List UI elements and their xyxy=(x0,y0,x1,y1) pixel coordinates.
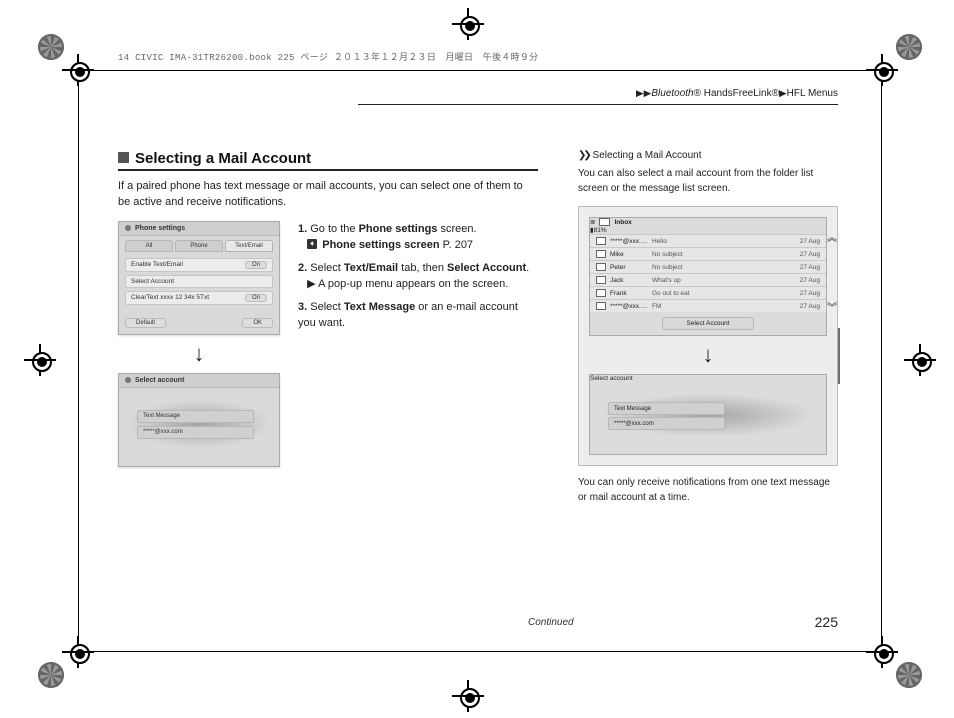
registration-mark xyxy=(38,34,64,60)
cross-mark-icon xyxy=(456,12,480,36)
step-2: 2. Select Text/Email tab, then Select Ac… xyxy=(298,260,538,293)
tab-phone: Phone xyxy=(175,240,223,252)
cross-mark-icon xyxy=(456,684,480,708)
crop-line xyxy=(881,60,882,662)
continued-label: Continued xyxy=(528,617,574,628)
xref-link: Phone settings screen xyxy=(322,239,439,251)
screenshot-select-account: Select account Text Message *****@xxx.co… xyxy=(589,374,827,455)
screen-dot-icon xyxy=(125,377,131,383)
down-arrow-icon: ↓ xyxy=(589,344,827,366)
option-email-account: *****@xxx.com xyxy=(137,426,254,439)
select-account-button: Select Account xyxy=(662,317,754,330)
inbox-row: JackWhat's up27 Aug xyxy=(590,273,826,286)
row-select-account: Select Account xyxy=(125,275,273,288)
envelope-icon xyxy=(596,237,606,245)
crop-line xyxy=(64,651,896,652)
intro-paragraph: If a paired phone has text message or ma… xyxy=(118,179,538,211)
step-1: 1. Go to the Phone settings screen. ➧ Ph… xyxy=(298,221,538,254)
registration-mark xyxy=(38,662,64,688)
screenshot-select-account: Select account Text Message *****@xxx.co… xyxy=(118,373,280,467)
down-arrow-icon: ↓ xyxy=(118,343,280,365)
section-heading: Selecting a Mail Account xyxy=(118,150,538,167)
inbox-row: *****@xxx.comHello27 Aug xyxy=(590,234,826,247)
envelope-icon xyxy=(596,263,606,271)
envelope-icon xyxy=(596,276,606,284)
scroll-up-icon: ︽ xyxy=(827,229,837,244)
chevron-right-icon: ▶ xyxy=(779,89,787,99)
cross-mark-icon xyxy=(908,348,932,372)
square-bullet-icon xyxy=(118,152,129,163)
step-3: 3. Select Text Message or an e-mail acco… xyxy=(298,299,538,332)
option-text-message: Text Message xyxy=(137,410,254,423)
chevron-right-icon: ▶▶ xyxy=(636,89,651,99)
screenshot-title: Phone settings xyxy=(135,225,185,232)
default-button: Default xyxy=(125,318,166,328)
double-chevron-icon: ❯❯ xyxy=(578,150,589,161)
divider xyxy=(358,104,838,105)
sidebar-heading: ❯❯ Selecting a Mail Account xyxy=(578,150,838,161)
screenshot-inbox: ≣ Inbox ▮81% *****@xxx.comHello27 AugMik… xyxy=(589,217,827,336)
row-clear-text: ClearText xxxx 12 34x 5Txt On xyxy=(125,291,273,305)
battery-indicator: ▮81% xyxy=(590,227,607,234)
sidebar-paragraph: You can also select a mail account from … xyxy=(578,167,838,196)
screen-dot-icon xyxy=(125,225,131,231)
inbox-row: *****@xxx.comFM27 Aug xyxy=(590,299,826,312)
inbox-row: MikeNo subject27 Aug xyxy=(590,247,826,260)
tab-text-email: Text/Email xyxy=(225,240,273,252)
inbox-row: PeterNo subject27 Aug xyxy=(590,260,826,273)
row-enable-text-email: Enable Text/Email On xyxy=(125,258,273,272)
sidebar-paragraph: You can only receive notifications from … xyxy=(578,476,838,505)
crop-line xyxy=(78,60,79,662)
cross-mark-icon xyxy=(66,58,90,82)
inbox-title: Inbox xyxy=(614,219,631,226)
sidebar-panel: ︽ ︾ ≣ Inbox ▮81% *****@xxx.comHello27 Au… xyxy=(578,206,838,466)
list-icon: ≣ xyxy=(590,218,595,226)
inbox-row: FrankGo out to eat27 Aug xyxy=(590,286,826,299)
cross-mark-icon xyxy=(66,640,90,664)
registration-mark xyxy=(896,662,922,688)
screenshot-phone-settings: Phone settings All Phone Text/Email Enab… xyxy=(118,221,280,335)
page-number: 225 xyxy=(815,614,838,630)
triangle-result-icon: ▶ xyxy=(307,276,315,293)
option-text-message: Text Message xyxy=(608,402,725,415)
registration-mark xyxy=(896,34,922,60)
source-file-header: 14 CIVIC IMA-31TR26200.book 225 ページ ２０１３… xyxy=(118,50,538,63)
toggle-on: On xyxy=(245,294,267,302)
screenshot-title: Select account xyxy=(590,375,633,382)
divider xyxy=(118,169,538,171)
option-email-account: *****@xxx.com xyxy=(608,417,725,430)
envelope-icon xyxy=(596,302,606,310)
scroll-down-icon: ︾ xyxy=(827,299,837,314)
xref-icon: ➧ xyxy=(307,239,317,249)
mail-icon xyxy=(599,218,610,226)
envelope-icon xyxy=(596,289,606,297)
cross-mark-icon xyxy=(28,348,52,372)
tab-all: All xyxy=(125,240,173,252)
toggle-on: On xyxy=(245,261,267,269)
ok-button: OK xyxy=(242,318,273,328)
cross-mark-icon xyxy=(870,58,894,82)
envelope-icon xyxy=(596,250,606,258)
screenshot-title: Select account xyxy=(135,377,184,384)
breadcrumb: ▶▶Bluetooth® HandsFreeLink®▶HFL Menus xyxy=(636,88,838,99)
cross-mark-icon xyxy=(870,640,894,664)
